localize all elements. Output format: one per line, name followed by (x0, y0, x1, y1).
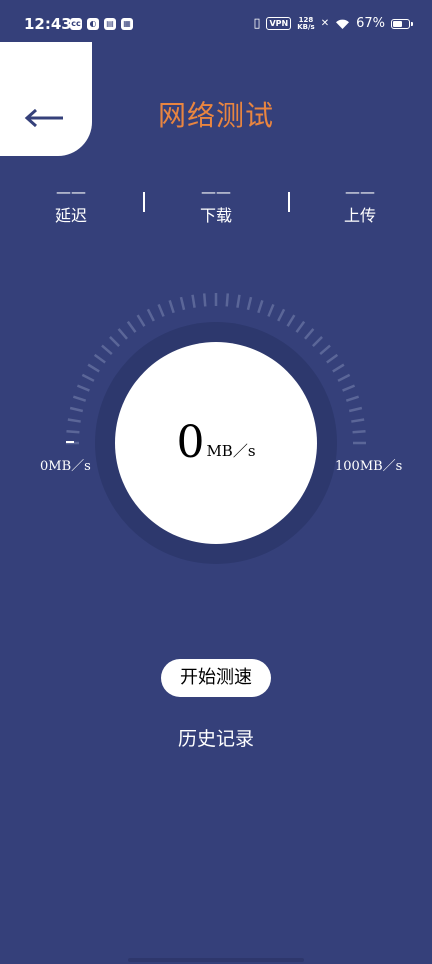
gauge-tick (267, 303, 275, 317)
gauge-tick (319, 344, 331, 355)
gauge-tick (225, 293, 230, 307)
gauge-tick (352, 429, 366, 434)
gauge-tick (191, 294, 196, 308)
gauge-tick (66, 429, 80, 434)
gauge-tick (257, 299, 264, 314)
gauge-tick (136, 314, 146, 327)
gauge-unit: MB／s (206, 441, 256, 460)
gauge-tick (126, 320, 137, 333)
gauge-tick (87, 363, 100, 373)
gauge-tick (277, 308, 286, 322)
gauge-tick (76, 384, 90, 392)
gauge-tick (93, 353, 106, 364)
gauge-tick (304, 328, 315, 340)
gauge-tick (157, 303, 165, 317)
gauge-tick (202, 293, 207, 307)
home-indicator[interactable] (128, 958, 304, 962)
gauge-tick (117, 328, 128, 340)
gauge-tick (72, 395, 87, 402)
gauge-tick (295, 320, 306, 333)
gauge-readout: 0 MB／s (115, 342, 317, 544)
start-test-button[interactable]: 开始测速 (161, 659, 271, 697)
gauge-tick (146, 308, 155, 322)
gauge-tick (345, 395, 360, 402)
gauge-tick (286, 314, 296, 327)
gauge-tick (351, 418, 365, 423)
gauge-tick (69, 406, 84, 413)
gauge-tick (337, 373, 351, 382)
gauge-tick (81, 373, 95, 382)
gauge-tick (332, 363, 345, 373)
gauge-tick (246, 296, 253, 311)
gauge-tick (348, 406, 363, 413)
gauge-tick (236, 294, 241, 308)
gauge-tick (101, 344, 113, 355)
gauge-tick (168, 299, 175, 314)
gauge-value: 0 (176, 417, 205, 468)
history-link[interactable]: 历史记录 (0, 724, 432, 751)
gauge-min-label: 0MB／s (40, 459, 91, 474)
gauge-tick (179, 296, 186, 311)
gauge-tick (342, 384, 356, 392)
gauge-tick (67, 418, 81, 423)
gauge-max-label: 100MB／s (335, 459, 403, 474)
gauge-tick (326, 353, 339, 364)
